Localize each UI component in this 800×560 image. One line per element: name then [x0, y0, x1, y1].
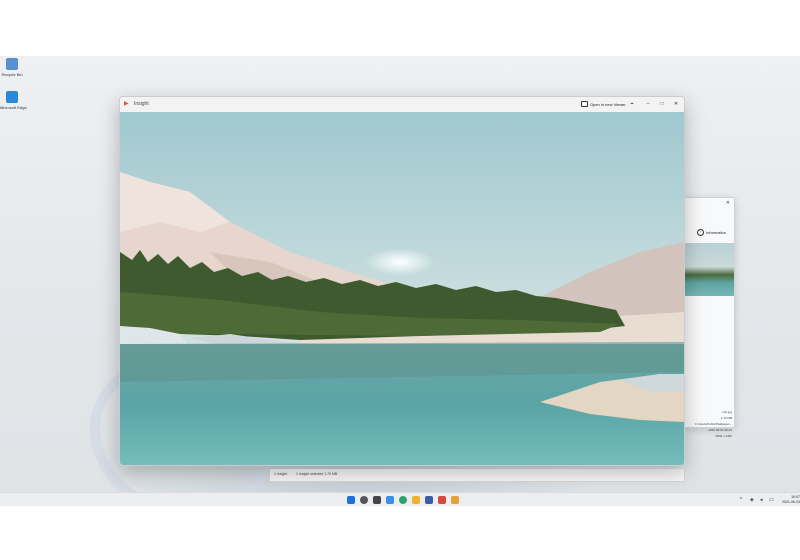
open-in-new-viewer-button[interactable]: Open in new Viewer	[581, 101, 626, 107]
pin-icon[interactable]: ⌖	[628, 100, 636, 108]
photos-icon[interactable]	[451, 496, 459, 504]
store-icon[interactable]	[425, 496, 433, 504]
meta-date: 2020-09-01 08:22	[708, 428, 732, 432]
meta-size: 1.70 MB	[720, 416, 732, 420]
image-viewer-window[interactable]: ▶ Insight Open in new Viewer ⌖ – □ ✕	[119, 96, 685, 466]
meta-filename: Info.jpg	[722, 410, 732, 414]
monitor-icon	[6, 91, 18, 103]
tray-chevron-icon[interactable]: ^	[740, 497, 742, 503]
window-icon	[581, 101, 588, 107]
start-icon[interactable]	[347, 496, 355, 504]
clock-date: 2021-06-24	[782, 500, 800, 504]
open-in-new-viewer-label: Open in new Viewer	[590, 101, 626, 107]
viewer-statusbar: 1 Insight 1 Insight selected 1.70 MB	[269, 469, 685, 482]
insight-logo-icon: ▶	[124, 101, 129, 107]
battery-icon[interactable]: ▭	[769, 497, 774, 503]
letterbox-top	[0, 0, 800, 56]
desktop-icon-edge[interactable]: Microsoft Edge	[0, 91, 27, 110]
search-icon[interactable]	[360, 496, 368, 504]
desktop-icon-label: Recycle Bin	[1, 72, 23, 77]
landscape-photo	[120, 112, 684, 465]
volume-icon[interactable]: ◂	[760, 497, 763, 503]
info-icon: i	[697, 229, 704, 236]
file-explorer-icon[interactable]	[412, 496, 420, 504]
widgets-icon[interactable]	[386, 496, 394, 504]
desktop-icon-recycle-bin[interactable]: Recycle Bin	[0, 58, 24, 77]
minimize-button[interactable]: –	[644, 100, 652, 108]
maximize-button[interactable]: □	[658, 100, 666, 108]
mail-icon[interactable]	[438, 496, 446, 504]
status-selection: 1 Insight selected 1.70 MB	[296, 472, 338, 476]
letterbox-bottom	[0, 506, 800, 560]
status-item-count: 1 Insight	[274, 472, 288, 476]
taskbar-clock[interactable]: 10:07 2021-06-24	[782, 495, 800, 505]
window-title: Insight	[134, 101, 149, 107]
task-view-icon[interactable]	[373, 496, 381, 504]
taskbar: ^ ◈ ◂ ▭ 10:07 2021-06-24	[0, 492, 800, 507]
wifi-icon[interactable]: ◈	[750, 497, 754, 503]
desktop-icon-label: Microsoft Edge	[0, 105, 27, 110]
edge-icon[interactable]	[399, 496, 407, 504]
information-button-label: Information	[706, 230, 727, 235]
close-button[interactable]: ✕	[672, 100, 680, 108]
close-icon[interactable]: ✕	[726, 200, 730, 206]
image-thumbnail	[684, 243, 734, 296]
meta-path: C:\Users\Public\Wallpaper...	[694, 422, 732, 426]
information-button[interactable]: i Information	[697, 229, 726, 236]
recycle-bin-icon	[6, 58, 18, 70]
viewer-titlebar[interactable]: ▶ Insight Open in new Viewer ⌖ – □ ✕	[120, 97, 684, 113]
meta-dimensions: 3840 x 2400	[715, 434, 732, 438]
information-window[interactable]: ✕ i Information Info.jpg 1.70 MB C:\User…	[683, 197, 735, 438]
